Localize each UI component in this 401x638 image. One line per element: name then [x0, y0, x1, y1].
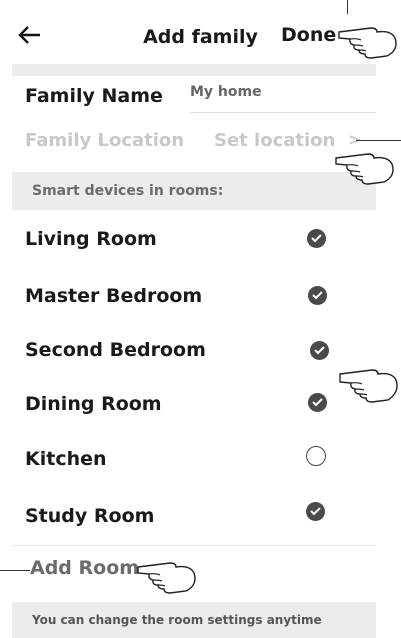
add-room-divider — [12, 545, 376, 546]
room-label: Master Bedroom — [25, 285, 203, 307]
check-icon[interactable] — [308, 393, 327, 412]
pointing-hand-icon — [339, 369, 398, 403]
check-icon[interactable] — [308, 286, 327, 305]
pointing-hand-icon — [338, 27, 397, 59]
room-label: Dining Room — [25, 393, 162, 415]
room-label: Study Room — [25, 505, 155, 527]
set-location-button[interactable]: Set location — [214, 130, 335, 151]
callout-line — [347, 0, 348, 14]
footer-note: You can change the room settings anytime — [32, 613, 322, 627]
family-location-label: Family Location — [25, 130, 185, 151]
callout-line — [0, 570, 30, 571]
check-icon[interactable] — [307, 229, 326, 248]
header-divider — [12, 64, 376, 76]
pointing-hand-icon — [335, 153, 394, 185]
done-button[interactable]: Done — [281, 24, 336, 46]
family-name-input[interactable]: My home — [190, 84, 262, 100]
room-label: Second Bedroom — [25, 339, 206, 361]
check-icon[interactable] — [306, 502, 325, 521]
empty-circle-icon[interactable] — [306, 446, 326, 466]
room-label: Kitchen — [25, 448, 107, 470]
add-room-button[interactable]: Add Room — [30, 557, 139, 579]
family-name-label: Family Name — [25, 85, 163, 107]
room-label: Living Room — [25, 228, 157, 250]
family-name-underline — [190, 112, 376, 113]
section-title: Smart devices in rooms: — [32, 183, 224, 199]
check-icon[interactable] — [310, 341, 329, 360]
pointing-hand-icon — [137, 562, 196, 594]
callout-line — [356, 140, 401, 141]
